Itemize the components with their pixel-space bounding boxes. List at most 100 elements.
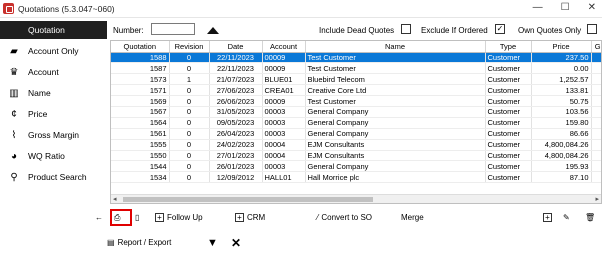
- follow-up-button[interactable]: + Follow Up: [155, 213, 203, 222]
- table-cell: [591, 128, 601, 140]
- table-cell: 31/05/2023: [209, 106, 263, 118]
- table-cell: 1587: [111, 62, 170, 75]
- table-header: Quotation Revision Date Account Name Typ…: [111, 41, 601, 53]
- crown-icon: ♛: [9, 66, 19, 78]
- table-row[interactable]: 1550 0 27/01/2023 00004 EJM Consultants Custo…: [111, 150, 601, 162]
- table-cell: General Company: [305, 117, 486, 129]
- table-cell: General Company: [305, 106, 486, 118]
- quotations-table: Quotation Revision Date Account Name Typ…: [110, 40, 602, 204]
- column-header[interactable]: Revision: [169, 41, 210, 53]
- include-dead-checkbox[interactable]: [401, 24, 411, 34]
- sidebar-item-name[interactable]: ▥ Name: [0, 84, 107, 102]
- sort-up-icon[interactable]: [207, 27, 219, 34]
- table-cell: Customer: [485, 117, 532, 129]
- table-cell: General Company: [305, 128, 486, 140]
- column-header[interactable]: Date: [209, 41, 263, 53]
- table-cell: 00003: [262, 160, 306, 173]
- table-cell: 24/02/2023: [209, 139, 263, 151]
- sidebar-item-product-search[interactable]: ⚲ Product Search: [0, 168, 107, 186]
- merge-button[interactable]: Merge: [401, 213, 424, 222]
- exclude-ordered-label: Exclude If Ordered: [421, 26, 488, 35]
- table-row[interactable]: 1569 0 26/06/2023 00009 Test Customer Custome…: [111, 95, 601, 107]
- trash-icon[interactable]: 🗑: [585, 213, 595, 222]
- sidebar-item-label: Name: [28, 88, 51, 98]
- report-export-button[interactable]: ▤ Report / Export: [107, 238, 171, 247]
- table-row[interactable]: 1555 0 24/02/2023 00004 EJM Consultants Custo…: [111, 139, 601, 151]
- table-cell: 00004: [262, 139, 306, 151]
- convert-label: Convert to SO: [321, 213, 373, 222]
- table-cell: 237.50: [531, 52, 592, 64]
- scrollbar-thumb[interactable]: [123, 197, 373, 202]
- table-cell: Customer: [485, 52, 532, 64]
- table-row[interactable]: 1587 0 22/11/2023 00009 Test Customer Custome…: [111, 62, 601, 75]
- plus-box-icon: +: [155, 213, 164, 222]
- add-button[interactable]: +: [543, 213, 552, 222]
- table-cell: Test Customer: [305, 95, 486, 107]
- folder-icon: ▰: [10, 45, 18, 57]
- table-row[interactable]: 1534 0 12/09/2012 HALL01 Hall Morrice plc Cus…: [111, 171, 601, 184]
- column-header[interactable]: Gro: [591, 41, 601, 53]
- table-cell: 0: [169, 84, 210, 97]
- table-row[interactable]: 1567 0 31/05/2023 00003 General Company Custo…: [111, 106, 601, 118]
- table-cell: Customer: [485, 139, 532, 151]
- column-header[interactable]: Name: [305, 41, 486, 53]
- table-cell: [591, 139, 601, 151]
- table-cell: 0: [169, 62, 210, 75]
- column-header[interactable]: Quotation: [111, 41, 170, 53]
- back-arrow-icon[interactable]: ←: [95, 213, 103, 222]
- table-cell: 0: [169, 128, 210, 140]
- table-cell: 0: [169, 52, 210, 64]
- table-cell: CREA01: [262, 84, 306, 97]
- minimize-button[interactable]: —: [533, 2, 543, 13]
- table-cell: 0: [169, 106, 210, 118]
- table-cell: 27/06/2023: [209, 84, 263, 97]
- table-cell: 26/06/2023: [209, 95, 263, 107]
- table-row[interactable]: 1561 0 26/04/2023 00003 General Company Custo…: [111, 128, 601, 140]
- own-quotes-checkbox[interactable]: [587, 24, 597, 34]
- filter-icon[interactable]: ▼: [207, 237, 218, 249]
- sidebar-item-gross-margin[interactable]: ⌇ Gross Margin: [0, 126, 107, 144]
- table-cell: Customer: [485, 171, 532, 184]
- number-label: Number:: [113, 26, 144, 35]
- print-icon[interactable]: ⎙: [114, 213, 120, 223]
- table-cell: 86.66: [531, 128, 592, 140]
- table-row[interactable]: 1588 0 22/11/2023 00009 Test Customer Custome…: [111, 52, 601, 64]
- crm-button[interactable]: + CRM: [235, 213, 265, 222]
- sidebar-item-price[interactable]: ¢ Price: [0, 105, 107, 123]
- column-header[interactable]: Type: [485, 41, 532, 53]
- table-cell: Customer: [485, 95, 532, 107]
- clear-filter-icon[interactable]: ✕: [231, 236, 241, 250]
- scroll-right-icon[interactable]: ▸: [595, 195, 599, 203]
- table-cell: 0: [169, 117, 210, 129]
- document-icon[interactable]: ▯: [135, 213, 139, 222]
- convert-to-so-button[interactable]: ⁄ Convert to SO: [317, 213, 372, 222]
- maximize-button[interactable]: ☐: [561, 2, 570, 13]
- table-cell: 103.56: [531, 106, 592, 118]
- sidebar: Quotation ▰ Account Only ♛ Account ▥ Nam…: [0, 18, 107, 258]
- horizontal-scrollbar[interactable]: ◂ ▸: [111, 194, 601, 203]
- table-row[interactable]: 1571 0 27/06/2023 CREA01 Creative Core Ltd Cu…: [111, 84, 601, 97]
- close-button[interactable]: ✕: [588, 2, 596, 13]
- sidebar-item-label: Quotation: [28, 25, 65, 35]
- number-input[interactable]: [151, 23, 195, 35]
- currency-icon: ¢: [11, 108, 17, 120]
- table-row[interactable]: 1544 0 26/01/2023 00003 General Company Custo…: [111, 160, 601, 173]
- table-cell: 22/11/2023: [209, 52, 263, 64]
- plus-box-icon: +: [543, 213, 552, 222]
- table-cell: 1571: [111, 84, 170, 97]
- sidebar-item-account-only[interactable]: ▰ Account Only: [0, 42, 107, 60]
- scroll-left-icon[interactable]: ◂: [113, 195, 117, 203]
- sidebar-item-quotation[interactable]: Quotation: [0, 21, 107, 39]
- table-cell: 00009: [262, 52, 306, 64]
- column-header[interactable]: Account: [262, 41, 306, 53]
- table-cell: 1564: [111, 117, 170, 129]
- sidebar-item-account[interactable]: ♛ Account: [0, 63, 107, 81]
- sidebar-item-wq-ratio[interactable]: ◕ WQ Ratio: [0, 147, 107, 165]
- edit-icon[interactable]: ✎: [563, 213, 570, 222]
- exclude-ordered-checkbox[interactable]: ✓: [495, 24, 505, 34]
- column-header[interactable]: Price: [531, 41, 592, 53]
- plus-box-icon: +: [235, 213, 244, 222]
- table-row[interactable]: 1573 1 21/07/2023 BLUE01 Bluebird Telecom Cus…: [111, 73, 601, 86]
- table-row[interactable]: 1564 0 09/05/2023 00003 General Company Custo…: [111, 117, 601, 129]
- table-cell: [591, 95, 601, 107]
